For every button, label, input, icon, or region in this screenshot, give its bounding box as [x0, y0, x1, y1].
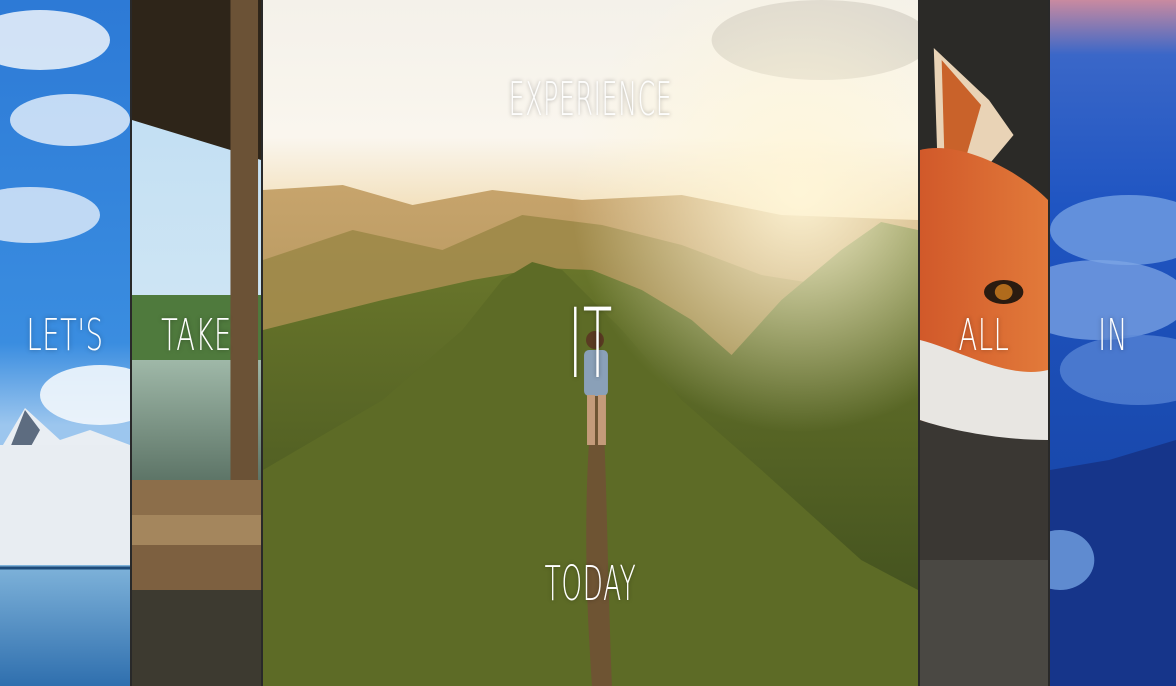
gallery-panels: Let's Take: [0, 0, 1176, 686]
panel-lets[interactable]: Let's: [0, 0, 130, 686]
word-take: Take: [161, 310, 232, 361]
word-experience: Experience: [508, 72, 673, 126]
panel-all[interactable]: All: [918, 0, 1048, 686]
word-in: In: [1098, 310, 1128, 361]
word-lets: Let's: [26, 310, 104, 361]
panel-take[interactable]: Take: [130, 0, 261, 686]
panel-in[interactable]: In: [1048, 0, 1176, 686]
word-it: It: [568, 288, 613, 400]
panel-experience-it-today[interactable]: Experience It Today: [261, 0, 918, 686]
word-all: All: [958, 310, 1010, 361]
word-today: Today: [544, 556, 637, 612]
